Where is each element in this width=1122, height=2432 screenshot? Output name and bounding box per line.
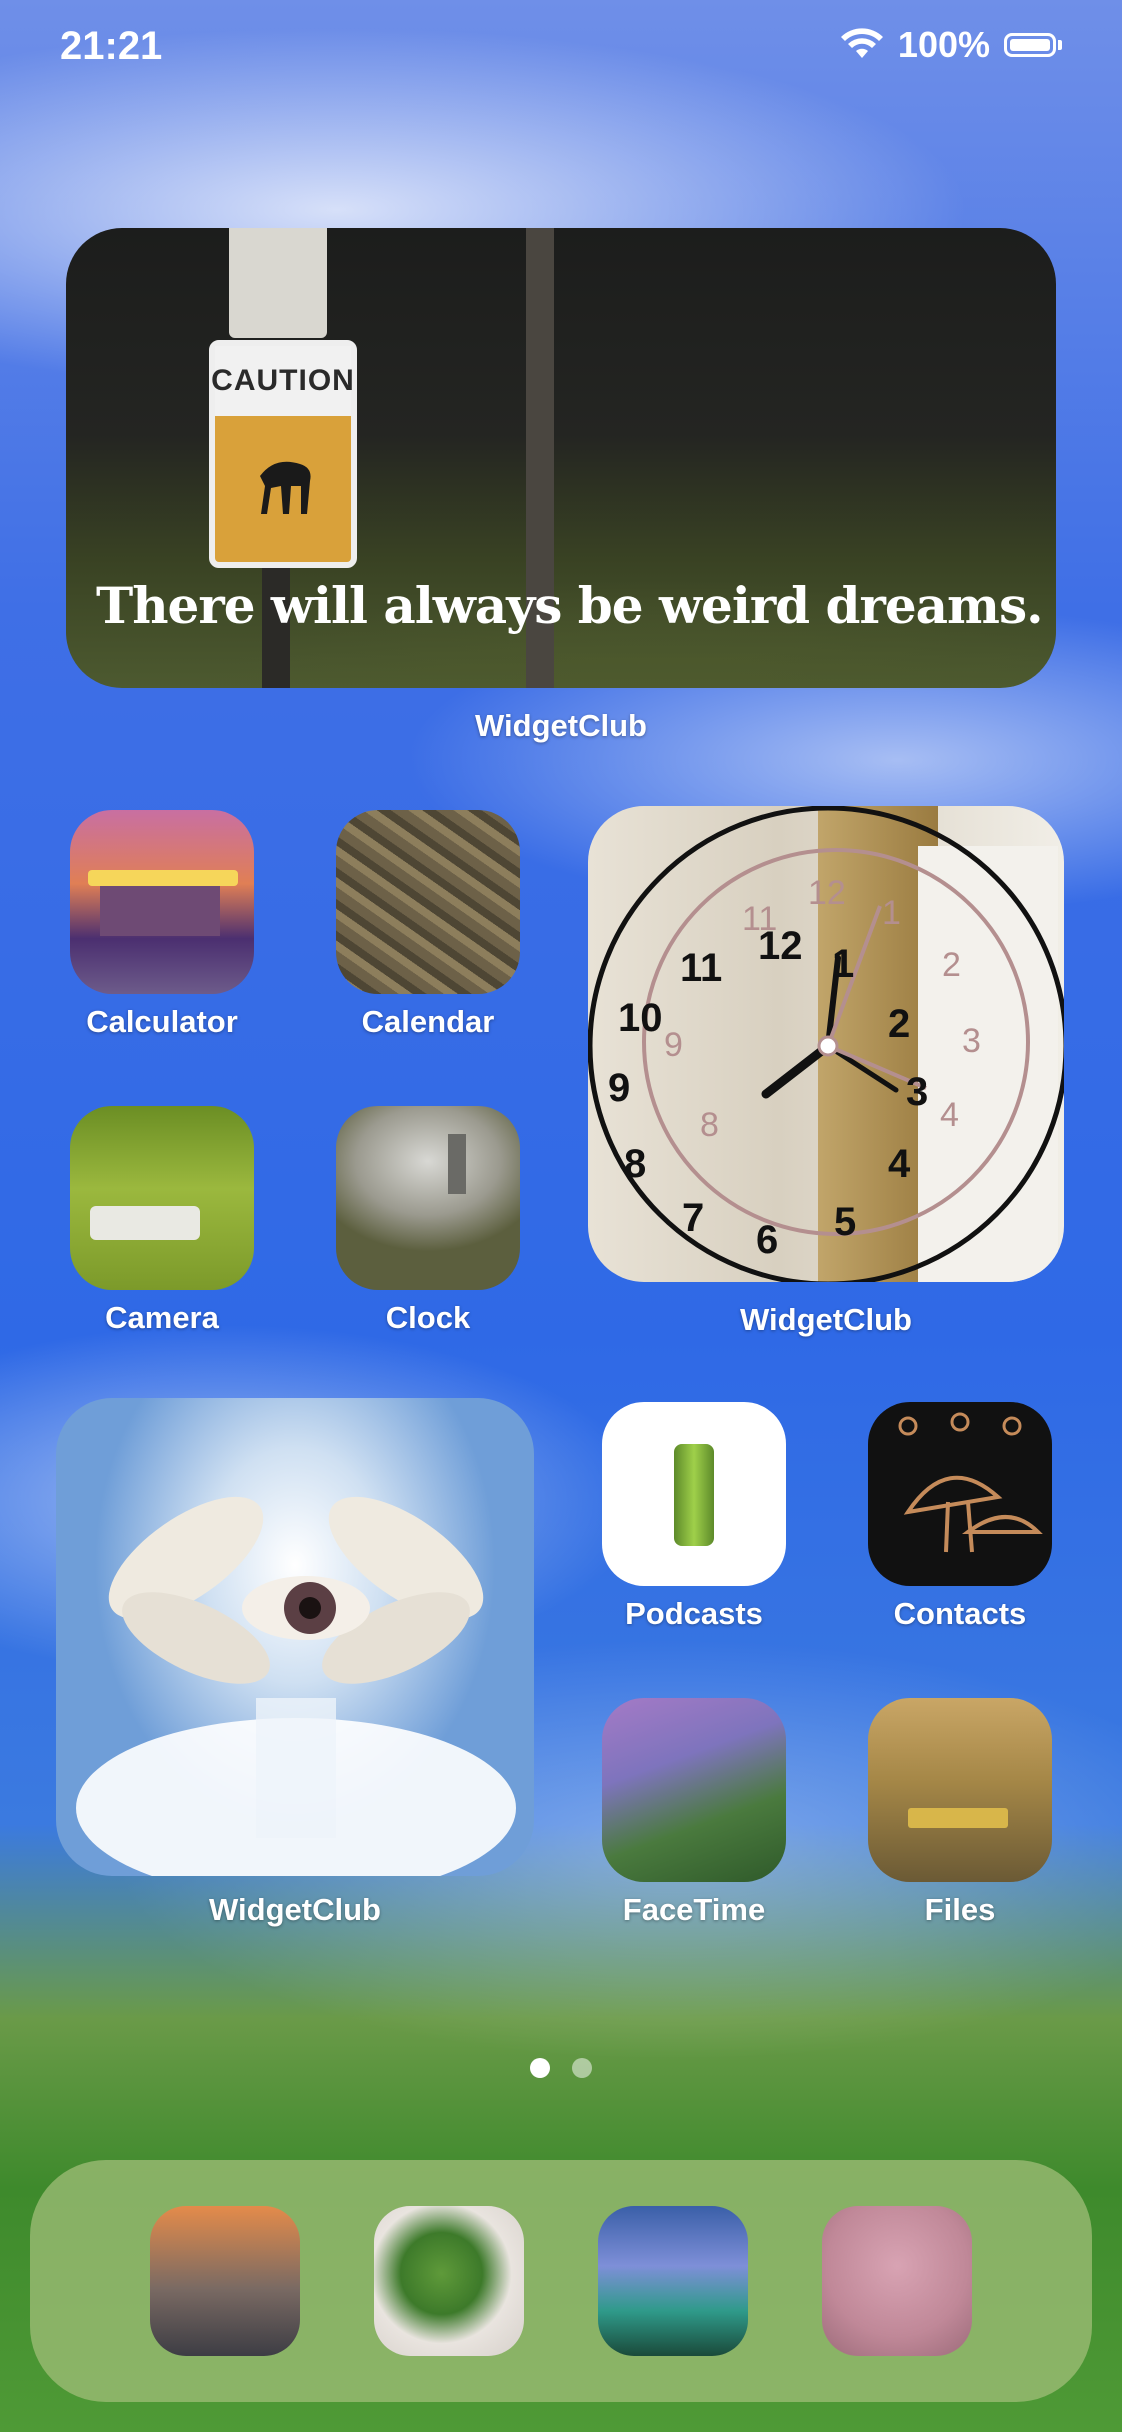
caution-sign: CAUTION [209, 340, 357, 568]
contacts-app-icon[interactable] [868, 1402, 1052, 1586]
dock-app-2[interactable] [374, 2206, 524, 2356]
podcasts-label: Podcasts [625, 1596, 763, 1631]
clock-number-1: 1 [832, 942, 855, 986]
clock-number-5: 5 [834, 1200, 857, 1244]
dock-app-4[interactable] [822, 2206, 972, 2356]
facetime-app-icon[interactable] [602, 1698, 786, 1882]
calendar-app-icon[interactable] [336, 810, 520, 994]
clock-app-icon[interactable] [336, 1106, 520, 1290]
contacts-label: Contacts [893, 1596, 1027, 1631]
clock-outer-number-3: 3 [962, 1022, 981, 1060]
page-indicator[interactable] [530, 2058, 592, 2078]
clock-number-4: 4 [888, 1142, 911, 1186]
quote-widget-label: WidgetClub [475, 708, 647, 743]
podcasts-app-icon[interactable] [602, 1402, 786, 1586]
clock-number-10: 10 [618, 996, 663, 1040]
calendar-label: Calendar [361, 1004, 495, 1039]
dock [30, 2160, 1092, 2402]
files-label: Files [924, 1892, 996, 1927]
calculator-app-icon[interactable] [70, 810, 254, 994]
clock-label: Clock [385, 1300, 471, 1335]
clock-outer-number-1: 1 [882, 894, 901, 932]
battery-icon [1004, 33, 1056, 57]
clock-number-2: 2 [888, 1002, 911, 1046]
clock-number-11: 11 [680, 946, 723, 990]
energy-drink-can [674, 1444, 714, 1546]
wifi-icon [840, 28, 883, 58]
gas-station-canopy [88, 870, 238, 886]
dock-app-3[interactable] [598, 2206, 748, 2356]
status-icons: 100% [840, 24, 1062, 66]
clock-number-9: 9 [608, 1066, 631, 1110]
camera-label: Camera [105, 1300, 219, 1335]
clock-widget-label: WidgetClub [740, 1302, 912, 1337]
battery-tip [1058, 40, 1062, 50]
battery-percent: 100% [897, 24, 990, 65]
clock-outer-number-12: 12 [808, 874, 846, 912]
quote-text: There will always be weird dreams. [96, 576, 1044, 635]
page-dot-1[interactable] [530, 2058, 550, 2078]
calculator-label: Calculator [86, 1004, 238, 1039]
page-dot-2[interactable] [572, 2058, 592, 2078]
eye-widget[interactable] [56, 1398, 534, 1876]
clock-outer-number-11: 11 [742, 900, 778, 938]
eye-widget-label: WidgetClub [209, 1892, 381, 1927]
clock-outer-number-4: 4 [940, 1096, 959, 1134]
clock-number-8: 8 [624, 1142, 647, 1186]
camera-app-icon[interactable] [70, 1106, 254, 1290]
bed-shape [90, 1206, 200, 1240]
monkey-icon [260, 461, 311, 514]
caution-sign-text: CAUTION [211, 346, 354, 416]
winged-eye-image [76, 1496, 516, 1876]
cafeteria-table [908, 1808, 1008, 1828]
files-app-icon[interactable] [868, 1698, 1052, 1882]
clock-widget[interactable]: 12 1 2 3 4 5 6 7 8 9 10 11 12 1 2 3 4 8 … [588, 806, 1064, 1282]
quote-widget[interactable]: CAUTION There will always be weird dream… [66, 228, 1056, 688]
dock-app-1[interactable] [150, 2206, 300, 2356]
clock-outer-number-8: 8 [700, 1106, 719, 1144]
clock-outer-number-9: 9 [664, 1026, 683, 1064]
clock-outer-number-2: 2 [942, 946, 961, 984]
door-shape [448, 1134, 466, 1194]
clock-number-7: 7 [682, 1196, 705, 1240]
facetime-label: FaceTime [622, 1892, 766, 1927]
clock-number-6: 6 [756, 1218, 779, 1262]
status-time: 21:21 [60, 24, 163, 68]
status-bar: 21:21 100% [0, 0, 1122, 100]
clock-number-3: 3 [906, 1070, 929, 1114]
gas-station-building [100, 886, 220, 936]
upper-sign [229, 228, 327, 338]
mushroom-icon [898, 1412, 1043, 1553]
